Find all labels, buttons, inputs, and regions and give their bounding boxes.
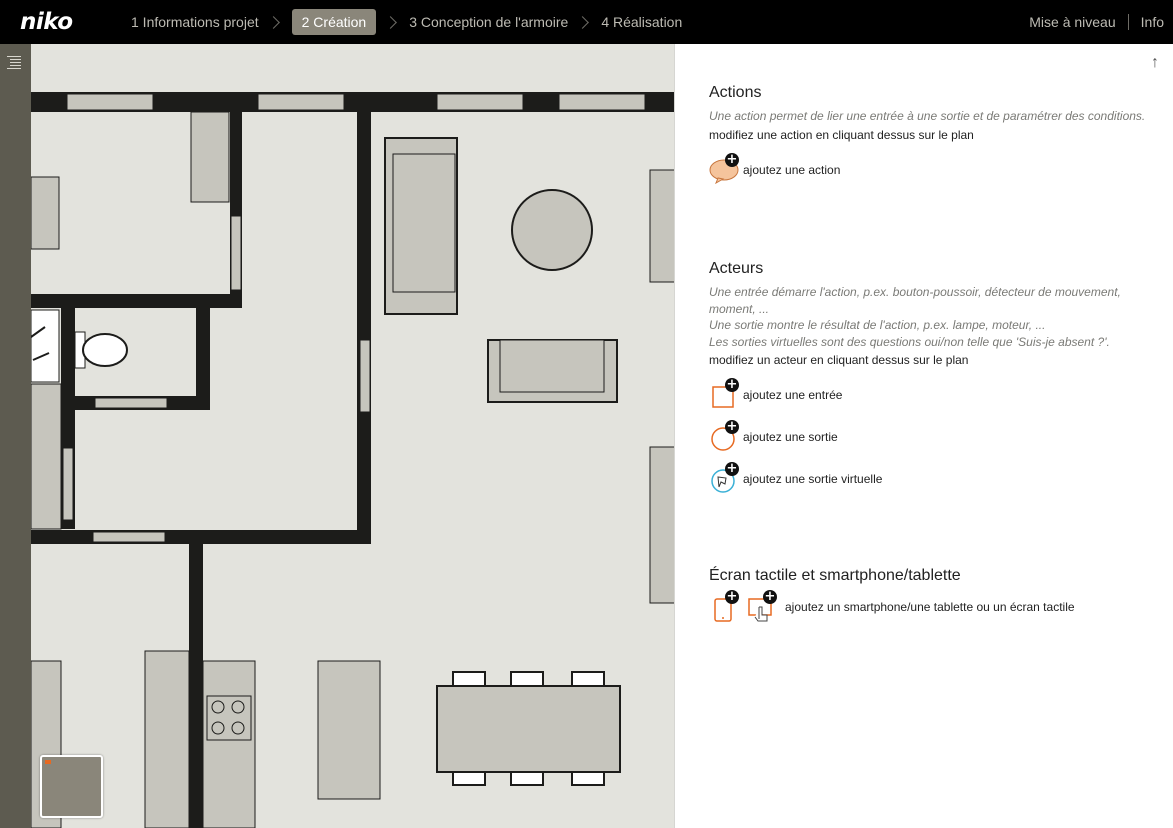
add-virtual-output-label: ajoutez une sortie virtuelle [743,472,883,486]
plus-icon: + [725,419,739,434]
arrow-up-icon[interactable]: ↑ [1151,54,1159,72]
actions-hint: modifiez une action en cliquant dessus s… [709,127,974,142]
properties-panel: ↑ Actions Une action permet de lier une … [674,44,1173,828]
actions-title: Actions [709,84,762,101]
actors-desc-output: Une sortie montre le résultat de l'actio… [709,318,1046,332]
step-project-information[interactable]: 1 Informations projet [131,14,259,30]
minimap-viewport-marker [45,760,51,764]
wizard-steps: 1 Informations projet 2 Création 3 Conce… [131,0,682,44]
plus-icon: + [725,377,739,392]
actors-desc-input: Une entrée démarre l'action, p.ex. bouto… [709,285,1121,316]
actions-section: Actions Une action permet de lier une en… [709,84,1161,184]
add-virtual-output-button[interactable]: + ajoutez une sortie virtuelle [709,461,1161,493]
touchscreen-title: Écran tactile et smartphone/tablette [709,567,961,584]
step-realisation[interactable]: 4 Réalisation [601,14,682,30]
plus-icon: + [763,589,777,604]
step-cabinet-design[interactable]: 3 Conception de l'armoire [409,14,568,30]
step-creation[interactable]: 2 Création [291,9,377,35]
top-navigation-bar: niko 1 Informations projet 2 Création 3 … [0,0,1173,44]
actions-description: Une action permet de lier une entrée à u… [709,109,1146,123]
list-menu-icon[interactable] [7,56,21,72]
add-device-button[interactable]: + + ajoutez un smartphone/une tablette o… [709,589,1161,622]
actors-hint: modifiez un acteur en cliquant dessus su… [709,353,969,367]
circle-output-icon: + [709,419,739,451]
top-right-links: Mise à niveau Info [1029,0,1164,44]
add-action-label: ajoutez une action [743,162,841,177]
plus-icon: + [725,151,739,167]
niko-logo[interactable]: niko [20,9,73,35]
separator [1127,14,1129,30]
actors-desc-virtual: Les sorties virtuelles sont des question… [709,334,1110,349]
chevron-right-icon [266,15,280,29]
actors-section: Acteurs Une entrée démarre l'action, p.e… [709,260,1161,493]
square-input-icon: + [709,377,739,409]
virtual-output-icon: + [709,461,739,493]
touchscreen-section: Écran tactile et smartphone/tablette + +… [709,567,1161,622]
floor-plan-drawing[interactable] [31,44,674,828]
add-input-label: ajoutez une entrée [743,388,843,402]
add-input-button[interactable]: + ajoutez une entrée [709,377,1161,409]
left-rail [0,44,31,828]
upgrade-link[interactable]: Mise à niveau [1029,14,1115,30]
chevron-right-icon [384,15,398,29]
plus-icon: + [725,461,739,476]
plan-minimap[interactable] [40,755,103,818]
add-action-button[interactable]: + ajoutez une action [709,151,1161,184]
add-output-label: ajoutez une sortie [743,430,838,444]
plus-icon: + [725,589,739,604]
actors-title: Acteurs [709,260,764,277]
chevron-right-icon [576,15,590,29]
info-link[interactable]: Info [1141,14,1164,30]
speech-bubble-icon: + [709,151,739,184]
floor-plan-canvas[interactable] [31,44,674,828]
add-output-button[interactable]: + ajoutez une sortie [709,419,1161,451]
add-device-label: ajoutez un smartphone/une tablette ou un… [785,600,1075,614]
smartphone-icon: + [709,589,739,622]
touchscreen-icon: + [747,589,777,622]
